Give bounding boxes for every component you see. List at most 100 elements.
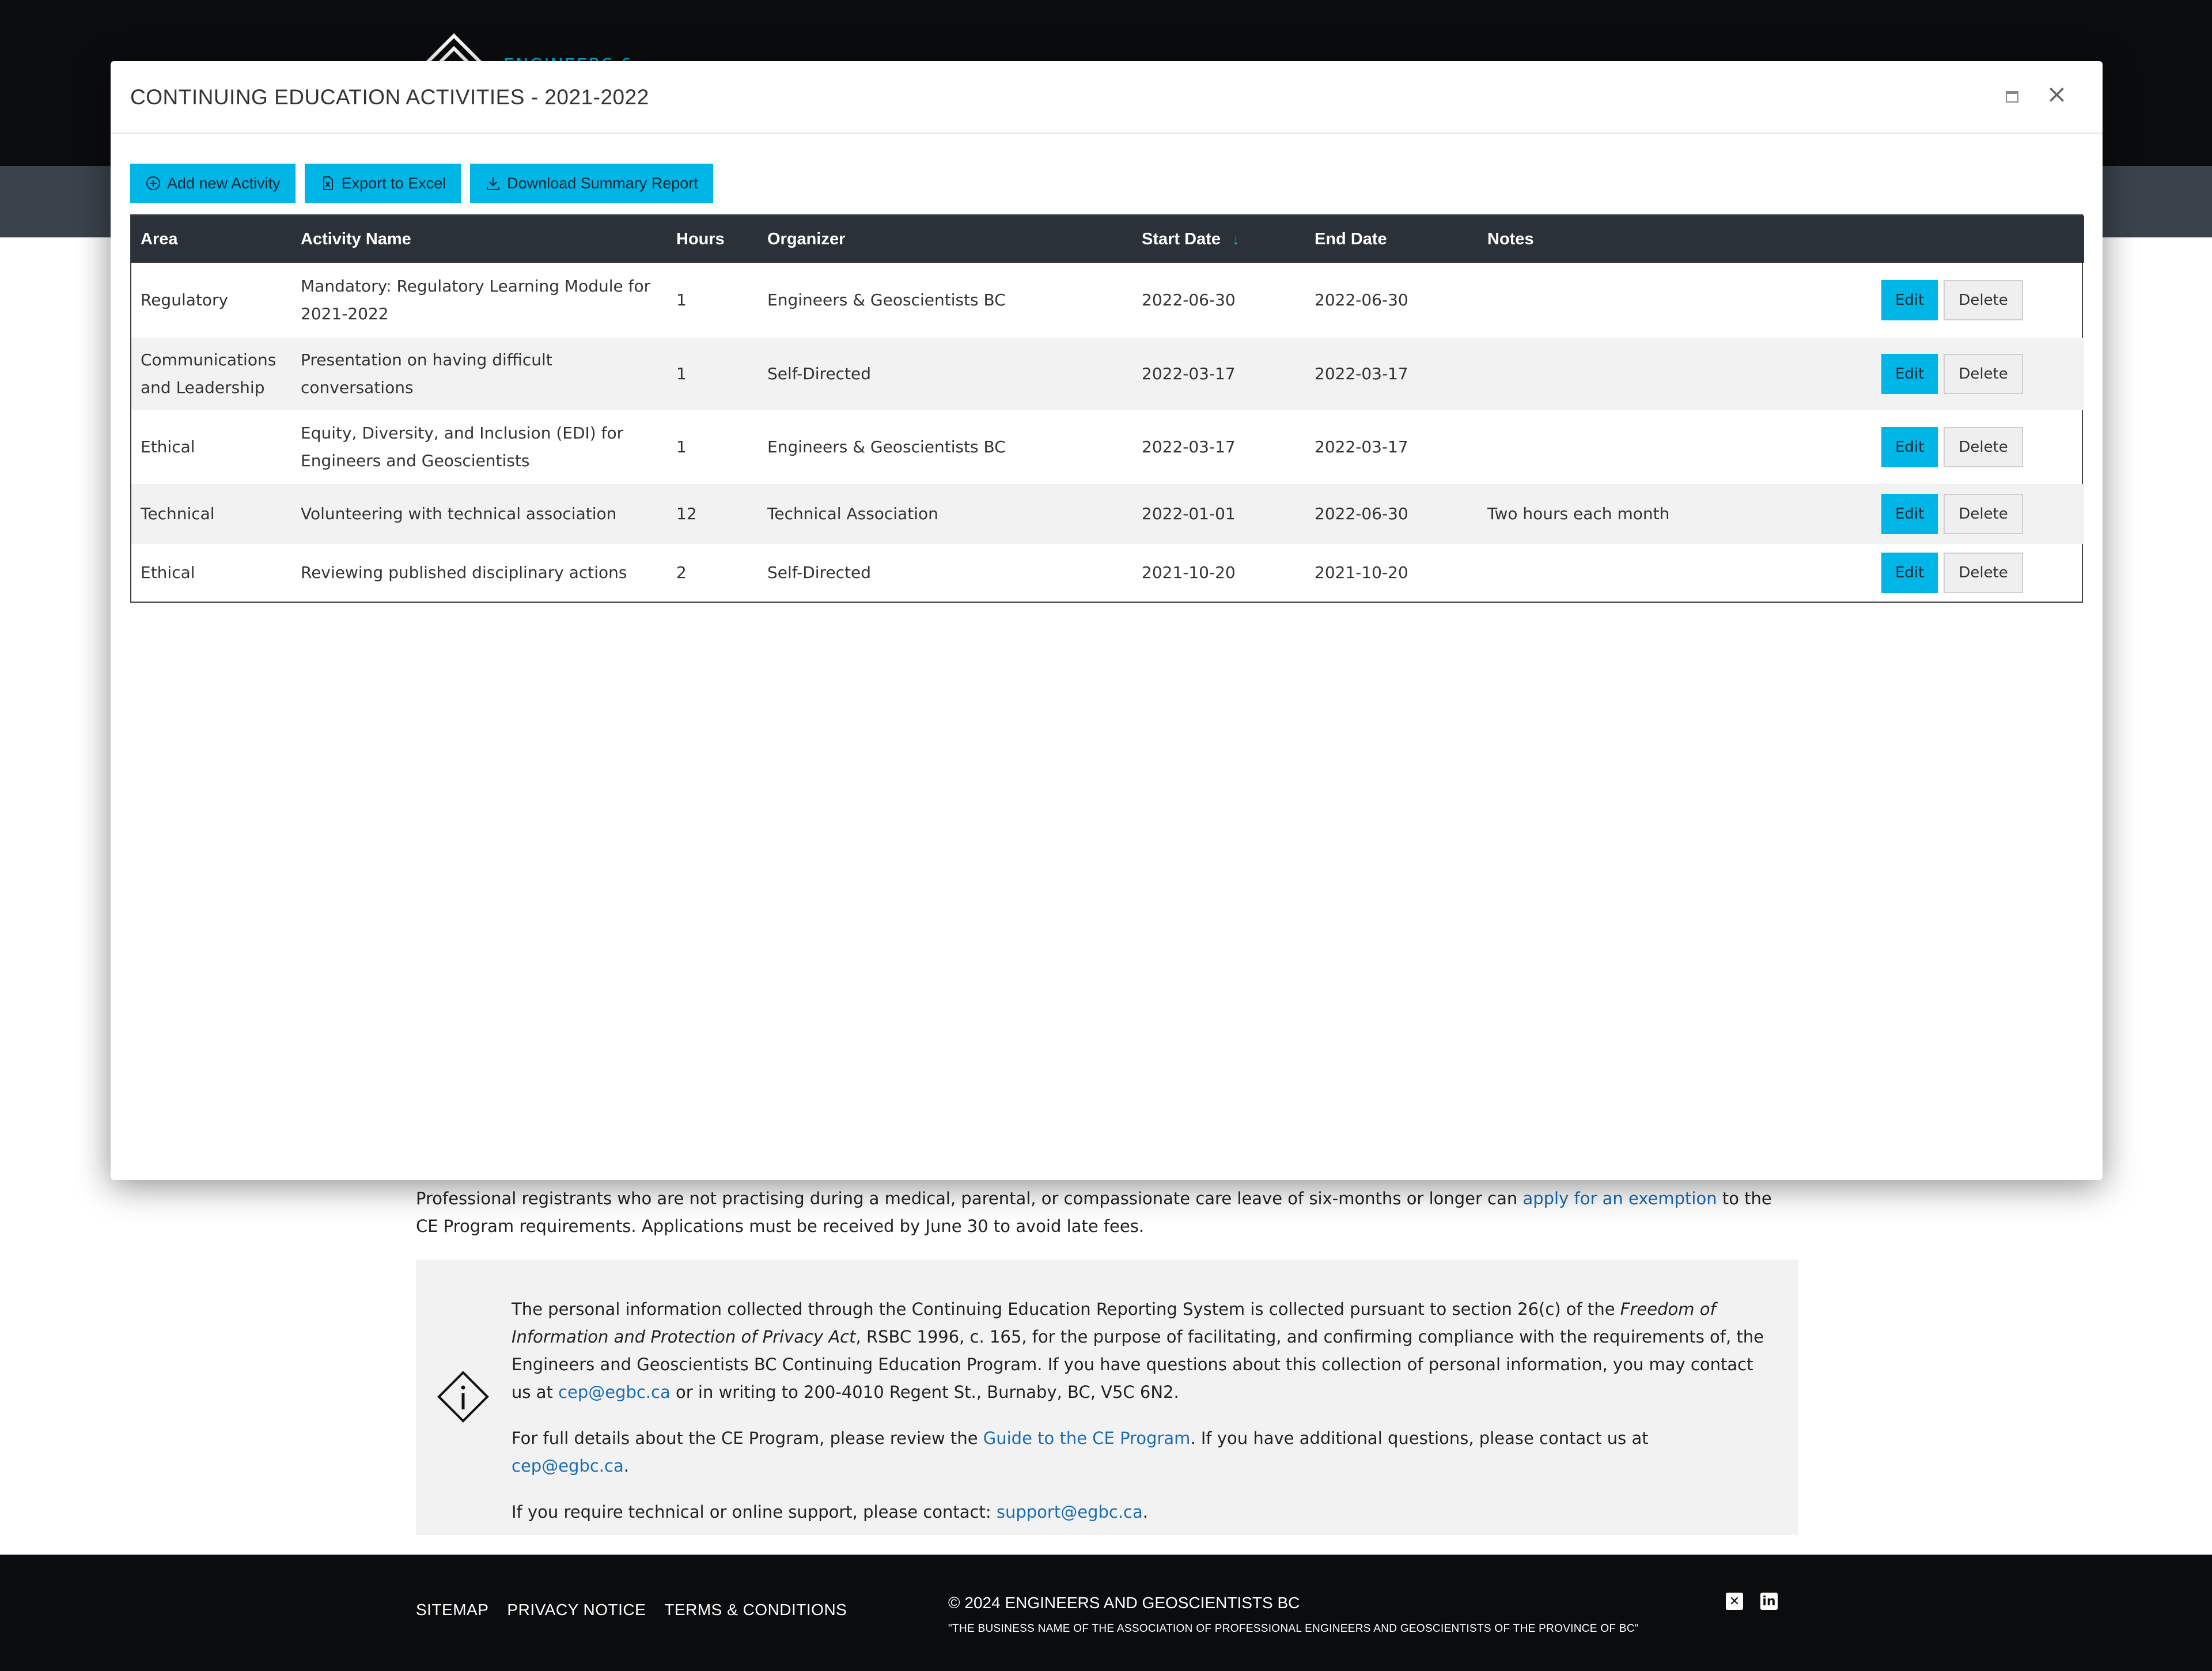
cell-area: Technical [131,484,291,544]
info-icon [437,1371,489,1423]
privacy-text: The personal information collected throu… [512,1299,1620,1319]
column-header-organizer[interactable]: Organizer [758,216,1132,263]
table-row: Ethical Equity, Diversity, and Inclusion… [131,410,2084,484]
cell-end-date: 2022-03-17 [1305,338,1478,410]
edit-button[interactable]: Edit [1881,494,1938,534]
exemption-paragraph: Professional registrants who are not pra… [416,1185,1798,1240]
cell-actions: Edit Delete [1872,338,2084,410]
column-header-hours[interactable]: Hours [667,216,758,263]
cell-hours: 1 [676,437,687,456]
cell-actions: Edit Delete [1872,484,2084,544]
cell-notes [1478,338,1872,410]
cell-end-date: 2021-10-20 [1315,563,1408,582]
privacy-text: or in writing to 200-4010 Regent St., Bu… [670,1382,1179,1402]
cell-actions: Edit Delete [1872,263,2084,338]
footer-link-privacy[interactable]: PRIVACY NOTICE [507,1601,646,1619]
column-header-actions [1872,216,2084,263]
modal-toolbar: Add new Activity Export to Excel Downloa… [130,164,713,203]
maximize-icon[interactable] [2006,91,2018,103]
guide-text: . [623,1456,629,1476]
table-row: Technical Volunteering with technical as… [131,484,2084,544]
column-header-end-date[interactable]: End Date [1305,216,1478,263]
cell-end-date: 2022-03-17 [1315,437,1408,456]
export-excel-label: Export to Excel [341,174,446,192]
cell-activity-name: Volunteering with technical association [291,484,667,544]
cell-organizer: Self-Directed [758,338,1132,410]
cell-notes [1478,410,1872,484]
cell-end-date: 2022-06-30 [1305,484,1478,544]
add-activity-label: Add new Activity [167,174,281,192]
table-row: Communications and Leadership Presentati… [131,338,2084,410]
cell-hours: 12 [667,484,758,544]
cell-organizer: Technical Association [758,484,1132,544]
footer-tagline: "THE BUSINESS NAME OF THE ASSOCIATION OF… [948,1623,1639,1635]
export-excel-button[interactable]: Export to Excel [304,164,461,203]
footer-copyright: © 2024 ENGINEERS AND GEOSCIENTISTS BC [948,1594,1300,1612]
cell-activity-name: Equity, Diversity, and Inclusion (EDI) f… [301,424,624,470]
cell-end-date: 2022-06-30 [1315,290,1408,309]
delete-button[interactable]: Delete [1944,280,2023,320]
delete-button[interactable]: Delete [1944,354,2023,394]
exemption-text: Professional registrants who are not pra… [416,1189,1523,1208]
download-summary-button[interactable]: Download Summary Report [470,164,713,203]
guide-link[interactable]: Guide to the CE Program [983,1428,1191,1448]
column-header-notes[interactable]: Notes [1478,216,1872,263]
cell-activity-name: Mandatory: Regulatory Learning Module fo… [301,277,651,323]
cell-notes: Two hours each month [1478,484,1872,544]
table-header-row: Area Activity Name Hours Organizer Start… [131,216,2084,263]
close-icon[interactable]: × [2046,82,2067,107]
cell-area: Ethical [141,563,195,582]
cell-notes [1478,544,1872,602]
cell-activity-name: Presentation on having difficult convers… [291,338,667,410]
cell-hours: 2 [676,563,687,582]
cell-area: Regulatory [141,290,229,309]
footer-social: ✕ in [1726,1593,1778,1610]
column-header-area[interactable]: Area [131,216,291,263]
privacy-info-text: The personal information collected throu… [512,1295,1767,1544]
activities-table: Area Activity Name Hours Organizer Start… [130,214,2084,603]
cell-notes [1478,263,1872,338]
delete-button[interactable]: Delete [1944,427,2023,467]
cell-hours: 1 [676,290,687,309]
cep-email-link[interactable]: cep@egbc.ca [558,1382,671,1402]
cell-organizer: Engineers & Geoscientists BC [767,290,1006,309]
support-paragraph: If you require technical or online suppo… [512,1498,1767,1526]
column-header-start-date[interactable]: Start Date ↓ [1132,216,1305,263]
edit-button[interactable]: Edit [1881,354,1938,394]
exemption-link[interactable]: apply for an exemption [1522,1189,1717,1208]
site-footer [0,1555,2212,1671]
cell-actions: Edit Delete [1872,410,2084,484]
table-row: Regulatory Mandatory: Regulatory Learnin… [131,263,2084,338]
cell-start-date: 2022-01-01 [1132,484,1305,544]
add-activity-button[interactable]: Add new Activity [130,164,296,203]
cell-organizer: Engineers & Geoscientists BC [767,437,1006,456]
cell-start-date: 2022-03-17 [1132,338,1305,410]
modal-header: CONTINUING EDUCATION ACTIVITIES - 2021-2… [111,61,2103,134]
support-email-link[interactable]: support@egbc.ca [997,1502,1143,1522]
delete-button[interactable]: Delete [1944,553,2023,593]
sort-descending-icon: ↓ [1232,230,1240,248]
table-row: Ethical Reviewing published disciplinary… [131,544,2084,602]
excel-file-icon [323,176,333,190]
guide-paragraph: For full details about the CE Program, p… [512,1424,1767,1480]
cell-hours: 1 [667,338,758,410]
linkedin-icon[interactable]: in [1760,1593,1778,1610]
download-icon [487,177,500,190]
activities-modal: CONTINUING EDUCATION ACTIVITIES - 2021-2… [111,61,2103,1180]
column-header-activity-name[interactable]: Activity Name [291,216,667,263]
footer-link-sitemap[interactable]: SITEMAP [416,1601,488,1619]
plus-circle-icon [146,176,160,190]
cell-area: Ethical [141,437,195,456]
edit-button[interactable]: Edit [1881,553,1938,593]
modal-title: CONTINUING EDUCATION ACTIVITIES - 2021-2… [130,85,649,109]
edit-button[interactable]: Edit [1881,280,1938,320]
guide-text: . If you have additional questions, plea… [1190,1428,1649,1448]
cell-start-date: 2021-10-20 [1142,563,1236,582]
footer-links: SITEMAP PRIVACY NOTICE TERMS & CONDITION… [416,1601,847,1619]
footer-link-terms[interactable]: TERMS & CONDITIONS [664,1601,847,1619]
delete-button[interactable]: Delete [1944,494,2023,534]
cell-activity-name: Reviewing published disciplinary actions [301,563,627,582]
x-icon[interactable]: ✕ [1726,1593,1743,1610]
cep-email-link-2[interactable]: cep@egbc.ca [512,1456,624,1476]
edit-button[interactable]: Edit [1881,427,1938,467]
